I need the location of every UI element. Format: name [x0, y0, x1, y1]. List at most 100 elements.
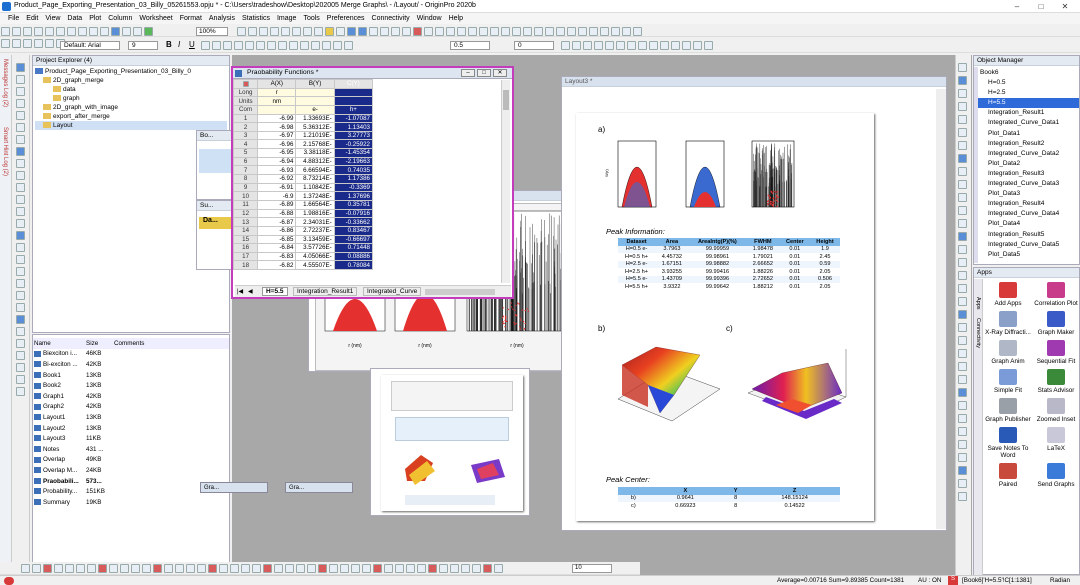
recalculate-icon[interactable]	[144, 27, 153, 36]
worksheet-row[interactable]: 11 -6.89 1.66564E- 0.35781	[232, 199, 374, 210]
app-tile[interactable]: Correlation Plot	[1032, 282, 1080, 307]
smart-hint-log-tab[interactable]: Smart Hint Log (2)	[2, 127, 8, 176]
right-tool-26-icon[interactable]	[958, 388, 967, 397]
cell-a[interactable]: -6.93	[257, 165, 297, 176]
right-tool-16-icon[interactable]	[958, 258, 967, 267]
zoom-select[interactable]: 100%	[196, 27, 228, 36]
align-bottom-icon[interactable]	[649, 41, 658, 50]
cell-c[interactable]: -0.33662	[333, 217, 374, 227]
bottom-tool-17-icon[interactable]	[197, 564, 206, 573]
pointer-tool-icon[interactable]	[16, 63, 25, 72]
new-layout-icon[interactable]	[56, 27, 65, 36]
menu-help[interactable]: Help	[449, 15, 463, 22]
new-graph-icon[interactable]	[23, 27, 32, 36]
row-label-comments[interactable]: Com	[232, 104, 259, 115]
cell-c[interactable]: 0.74035	[333, 165, 374, 176]
bottom-tool-7-icon[interactable]	[87, 564, 96, 573]
line-width-select[interactable]: 0.5	[450, 41, 490, 50]
cell-c[interactable]: -0.07916	[333, 208, 374, 219]
row-number[interactable]: 18	[232, 260, 259, 271]
comments-c[interactable]: h+	[333, 104, 374, 115]
bottom-tool-8-icon[interactable]	[98, 564, 107, 573]
freehand-tool-icon[interactable]	[16, 231, 25, 240]
layer-icon[interactable]	[1, 39, 10, 48]
row-number[interactable]: 3	[232, 130, 259, 141]
connectivity-side-tab[interactable]: Connectivity	[975, 318, 981, 348]
draw-data-icon[interactable]	[413, 27, 422, 36]
right-tool-8-icon[interactable]	[958, 154, 967, 163]
arrange-icon[interactable]	[561, 41, 570, 50]
units-b[interactable]	[295, 96, 335, 106]
cell-c[interactable]: 1.17386	[333, 174, 374, 184]
right-tool-1-icon[interactable]	[958, 63, 967, 72]
cell-a[interactable]: -6.84	[257, 243, 297, 253]
set-y-icon[interactable]	[468, 27, 477, 36]
row-number[interactable]: 9	[232, 182, 259, 193]
tree-folder-data[interactable]: data	[35, 85, 227, 94]
cell-c[interactable]: -0.25922	[333, 139, 374, 150]
bottom-tool-22-icon[interactable]	[252, 564, 261, 573]
annotation-tool-icon[interactable]	[16, 243, 25, 252]
menu-preferences[interactable]: Preferences	[327, 15, 365, 22]
file-row[interactable]: Notes 431 ...	[33, 444, 229, 455]
corner-cell[interactable]	[232, 79, 259, 89]
cell-c[interactable]: 1.13403	[333, 122, 374, 132]
object-item[interactable]: Book6	[974, 68, 1079, 78]
script-window-icon[interactable]	[314, 27, 323, 36]
ungroup-icon[interactable]	[583, 41, 592, 50]
row-label-long[interactable]: Long	[232, 87, 259, 98]
bottom-tool-33-icon[interactable]	[373, 564, 382, 573]
worksheet-row[interactable]: 14 -6.86 2.72237E- 0.83467	[232, 225, 374, 236]
bottom-tool-20-icon[interactable]	[230, 564, 239, 573]
paste-tool-icon[interactable]	[16, 267, 25, 276]
layout-vertical-scrollbar[interactable]	[936, 89, 946, 529]
app-tile[interactable]: Graph Maker	[1032, 311, 1080, 336]
draw-data-tool-icon[interactable]	[16, 135, 25, 144]
worksheet-minimize-button[interactable]: –	[461, 69, 475, 77]
object-item[interactable]: Plot_Data5	[974, 250, 1079, 260]
cell-c[interactable]: -0.66697	[333, 234, 374, 245]
cell-a[interactable]: -6.9	[257, 191, 297, 201]
file-row[interactable]: Book1 13KB	[33, 370, 229, 381]
minimize-icon[interactable]: –	[1010, 1, 1024, 12]
worksheet-close-button[interactable]: ✕	[493, 69, 507, 77]
cell-b[interactable]: 1.37248E-	[295, 191, 335, 201]
unlock-tool-icon[interactable]	[16, 351, 25, 360]
comments-a[interactable]	[257, 104, 297, 115]
book-window-partial[interactable]: Bo...	[196, 130, 236, 200]
set-z-icon[interactable]	[479, 27, 488, 36]
row-number[interactable]: 1	[232, 113, 259, 124]
bottom-tool-13-icon[interactable]	[153, 564, 162, 573]
cell-c[interactable]: -0.3369	[333, 182, 374, 193]
tree-folder-2d-graph-merge[interactable]: 2D_graph_merge	[35, 76, 227, 85]
worksheet-row[interactable]: 10 -6.9 1.37248E- 1.37696	[232, 191, 374, 201]
bold-button[interactable]: B	[166, 40, 172, 49]
object-item[interactable]: Integration_Result2	[974, 139, 1079, 149]
italic-button[interactable]: I	[178, 40, 180, 49]
right-tool-34-icon[interactable]	[958, 492, 967, 501]
bottom-tool-30-icon[interactable]	[340, 564, 349, 573]
bottom-tool-43-icon[interactable]	[483, 564, 492, 573]
worksheet-row[interactable]: 17 -6.83 4.05066E- 0.08886	[232, 251, 374, 262]
data-reader-icon[interactable]	[358, 27, 367, 36]
menu-analysis[interactable]: Analysis	[209, 15, 235, 22]
ellipse-tool-icon[interactable]	[16, 207, 25, 216]
summary-window-partial[interactable]: Su... Da...	[196, 200, 236, 270]
command-window-icon[interactable]	[303, 27, 312, 36]
row-number[interactable]: 4	[232, 139, 259, 150]
color-map-tool-icon[interactable]	[16, 387, 25, 396]
cell-b[interactable]: 1.10842E-	[295, 182, 335, 193]
arrow-tool-icon[interactable]	[16, 171, 25, 180]
zoom-pan-tool-icon[interactable]	[16, 75, 25, 84]
add-column-icon[interactable]	[523, 27, 532, 36]
maximize-icon[interactable]: □	[1034, 1, 1048, 12]
row-number[interactable]: 15	[232, 234, 259, 245]
bottom-tool-6-icon[interactable]	[76, 564, 85, 573]
object-item[interactable]: Integration_Result4	[974, 199, 1079, 209]
align-right-icon[interactable]	[278, 41, 287, 50]
font-color-icon[interactable]	[289, 41, 298, 50]
menu-connectivity[interactable]: Connectivity	[372, 15, 410, 22]
insert-table-tool-icon[interactable]	[16, 291, 25, 300]
bottom-size-select[interactable]: 10	[572, 564, 612, 573]
right-tool-33-icon[interactable]	[958, 479, 967, 488]
